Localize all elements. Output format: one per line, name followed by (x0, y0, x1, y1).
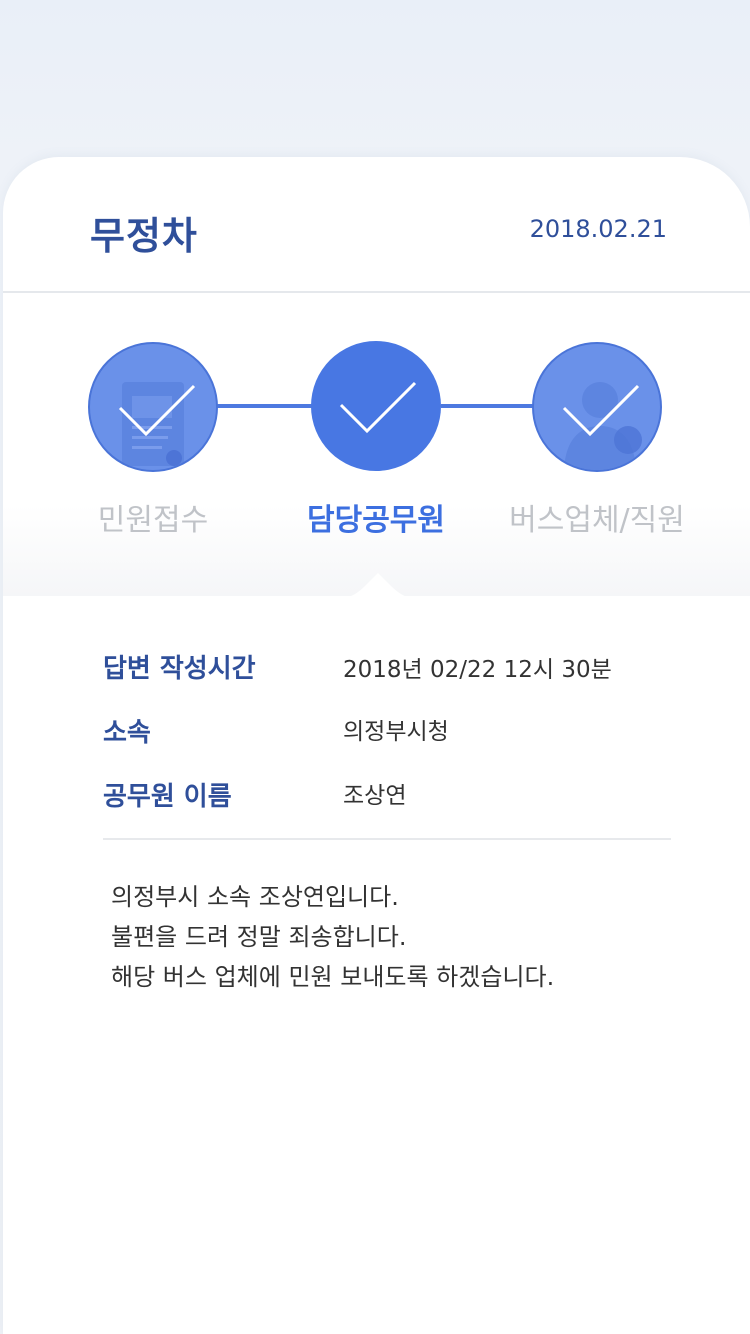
officer-name-value: 조상연 (343, 783, 407, 809)
card-header: 무정차 2018.02.21 (3, 157, 750, 293)
check-icon (562, 384, 640, 437)
details-divider (103, 838, 671, 840)
step-1-circle[interactable] (88, 342, 218, 472)
answer-time-value: 2018년 02/22 12시 30분 (343, 657, 612, 683)
officer-name-label: 공무원 이름 (103, 782, 232, 812)
page-title: 무정차 (90, 214, 198, 258)
step-pointer (336, 573, 420, 599)
answer-message: 의정부시 소속 조상연입니다. 불편을 드려 정말 죄송합니다. 해당 버스 업… (111, 877, 554, 997)
step-2-circle[interactable] (311, 341, 441, 471)
message-line: 해당 버스 업체에 민원 보내도록 하겠습니다. (111, 963, 555, 991)
affiliation-value: 의정부시청 (343, 719, 449, 745)
step-connector-2 (441, 404, 533, 408)
check-icon (339, 381, 417, 434)
step-2-label: 담당공무원 (307, 503, 445, 538)
check-icon (118, 384, 196, 437)
step-3-circle[interactable] (532, 342, 662, 472)
step-connector-1 (217, 404, 313, 408)
answer-time-label: 답변 작성시간 (103, 654, 256, 684)
complaint-card: 무정차 2018.02.21 민원접수 담당공무원 버스업체/직원 답변 작성시… (3, 157, 750, 1334)
affiliation-label: 소속 (103, 718, 151, 748)
message-line: 불편을 드려 정말 죄송합니다. (111, 923, 407, 951)
complaint-date: 2018.02.21 (529, 215, 667, 243)
message-line: 의정부시 소속 조상연입니다. (111, 883, 399, 911)
step-3-label: 버스업체/직원 (509, 503, 685, 538)
step-1-label: 민원접수 (97, 503, 209, 538)
